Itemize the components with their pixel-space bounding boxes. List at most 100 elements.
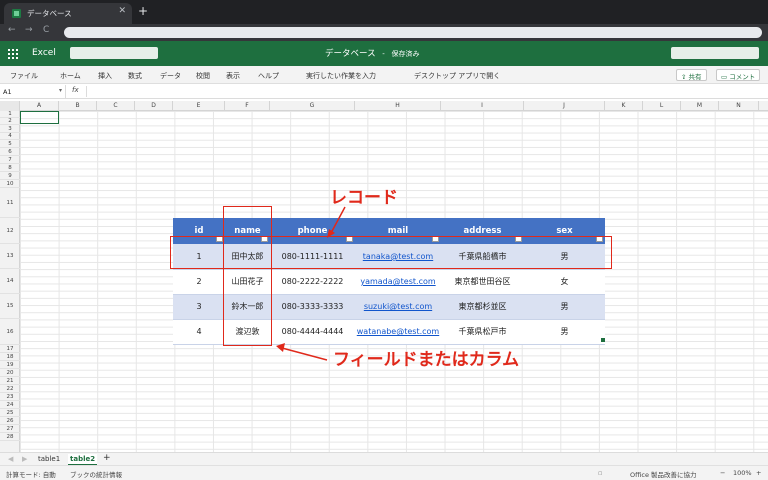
row-header[interactable]: 21 xyxy=(0,377,20,385)
row-header[interactable]: 17 xyxy=(0,345,20,353)
menu-review[interactable]: 校閲 xyxy=(196,71,210,81)
row-header[interactable]: 15 xyxy=(0,294,20,319)
spreadsheet-grid[interactable]: A B C D E F G H I J K L M N 1 2 3 4 5 6 … xyxy=(0,101,768,452)
column-header[interactable]: N xyxy=(719,101,759,111)
breadcrumb-box[interactable] xyxy=(70,47,158,59)
share-button[interactable]: ⇪ 共有 xyxy=(676,69,707,81)
column-header[interactable]: K xyxy=(605,101,643,111)
row-header[interactable]: 20 xyxy=(0,369,20,377)
row-header[interactable]: 27 xyxy=(0,425,20,433)
email-link[interactable]: watanabe@test.com xyxy=(357,327,439,336)
table-cell[interactable]: suzuki@test.com xyxy=(355,294,441,320)
open-desktop-app[interactable]: デスクトップ アプリで開く xyxy=(414,71,500,81)
column-header[interactable]: J xyxy=(524,101,605,111)
column-header[interactable]: I xyxy=(441,101,524,111)
zoom-out-button[interactable]: − xyxy=(720,469,725,477)
menu-view[interactable]: 表示 xyxy=(226,71,240,81)
workbook-stats[interactable]: ブックの統計情報 xyxy=(70,469,122,479)
column-header[interactable]: H xyxy=(355,101,441,111)
column-header[interactable]: M xyxy=(681,101,719,111)
table-cell[interactable]: 080-2222-2222 xyxy=(270,269,355,295)
add-sheet-button[interactable]: + xyxy=(101,452,113,464)
sheet-tab-table1[interactable]: table1 xyxy=(36,454,62,464)
menu-home[interactable]: ホーム xyxy=(60,71,81,81)
table-cell[interactable]: 女 xyxy=(524,269,605,295)
back-icon[interactable]: ← xyxy=(8,25,16,35)
row-header[interactable]: 26 xyxy=(0,417,20,425)
formula-input[interactable] xyxy=(86,86,764,97)
table-cell[interactable]: yamada@test.com xyxy=(355,269,441,295)
row-header[interactable]: 9 xyxy=(0,172,20,180)
scroll-left-icon[interactable]: ◀ xyxy=(6,454,15,464)
menu-data[interactable]: データ xyxy=(160,71,181,81)
column-header[interactable]: C xyxy=(97,101,135,111)
app-launcher-icon[interactable] xyxy=(8,49,18,59)
row-header[interactable]: 7 xyxy=(0,156,20,164)
reload-icon[interactable]: C xyxy=(43,25,49,35)
row-header[interactable]: 18 xyxy=(0,353,20,361)
row-header[interactable]: 2 xyxy=(0,118,20,125)
table-resize-handle[interactable] xyxy=(601,338,605,342)
row-header[interactable]: 23 xyxy=(0,393,20,401)
table-cell[interactable]: 東京都杉並区 xyxy=(441,294,524,320)
column-header[interactable]: E xyxy=(173,101,225,111)
account-box[interactable] xyxy=(671,47,759,59)
scroll-right-icon[interactable]: ▶ xyxy=(20,454,29,464)
menu-help[interactable]: ヘルプ xyxy=(258,71,279,81)
row-header[interactable]: 24 xyxy=(0,401,20,409)
chevron-down-icon[interactable]: ▾ xyxy=(59,87,62,94)
new-tab-button[interactable]: + xyxy=(138,4,148,18)
select-all-corner[interactable] xyxy=(0,101,20,111)
browser-tab[interactable]: データベース ✕ xyxy=(4,3,132,24)
row-header[interactable]: 5 xyxy=(0,140,20,148)
column-header[interactable]: L xyxy=(643,101,681,111)
document-title[interactable]: データベース - 保存済み xyxy=(325,47,420,59)
menu-formulas[interactable]: 数式 xyxy=(128,71,142,81)
menu-insert[interactable]: 挿入 xyxy=(98,71,112,81)
function-icon[interactable]: fx xyxy=(72,86,79,94)
column-header[interactable]: B xyxy=(59,101,97,111)
table-cell[interactable]: 3 xyxy=(173,294,225,320)
calc-mode[interactable]: 計算モード: 自動 xyxy=(6,469,56,479)
row-header[interactable]: 13 xyxy=(0,244,20,269)
table-cell[interactable]: 2 xyxy=(173,269,225,295)
column-header[interactable]: G xyxy=(270,101,355,111)
table-cell[interactable]: 男 xyxy=(524,294,605,320)
row-header[interactable]: 3 xyxy=(0,125,20,133)
row-header[interactable]: 19 xyxy=(0,361,20,369)
row-header[interactable]: 8 xyxy=(0,164,20,172)
column-header[interactable]: F xyxy=(225,101,270,111)
table-cell[interactable]: 男 xyxy=(524,319,605,345)
app-name[interactable]: Excel xyxy=(32,48,56,58)
row-header[interactable]: 22 xyxy=(0,385,20,393)
address-bar[interactable] xyxy=(64,27,762,38)
email-link[interactable]: yamada@test.com xyxy=(360,277,435,286)
row-header[interactable]: 16 xyxy=(0,319,20,345)
row-header[interactable]: 12 xyxy=(0,218,20,244)
row-header[interactable]: 11 xyxy=(0,188,20,218)
name-box[interactable]: A1 ▾ xyxy=(0,85,66,98)
table-cell[interactable]: 4 xyxy=(173,319,225,345)
zoom-level[interactable]: 100% xyxy=(733,469,752,477)
column-header[interactable]: D xyxy=(135,101,173,111)
row-header[interactable]: 6 xyxy=(0,148,20,156)
selected-cell-a1[interactable] xyxy=(20,111,59,124)
zoom-in-button[interactable]: + xyxy=(756,469,761,477)
row-header[interactable]: 10 xyxy=(0,180,20,188)
feedback-link[interactable]: Office 製品改善に協力 xyxy=(630,469,697,479)
email-link[interactable]: suzuki@test.com xyxy=(364,302,432,311)
row-header[interactable]: 25 xyxy=(0,409,20,417)
table-cell[interactable]: 東京都世田谷区 xyxy=(441,269,524,295)
row-header[interactable]: 14 xyxy=(0,269,20,294)
tell-me-search[interactable]: 実行したい作業を入力 xyxy=(306,71,376,81)
menu-file[interactable]: ファイル xyxy=(10,71,38,81)
table-cell[interactable]: 080-3333-3333 xyxy=(270,294,355,320)
forward-icon[interactable]: → xyxy=(25,25,33,35)
column-header[interactable]: A xyxy=(20,101,59,111)
row-header[interactable]: 1 xyxy=(0,111,20,118)
row-header[interactable]: 4 xyxy=(0,133,20,140)
tab-close-icon[interactable]: ✕ xyxy=(118,6,126,16)
table-cell[interactable]: 千葉県松戸市 xyxy=(441,319,524,345)
comment-button[interactable]: ▭ コメント xyxy=(716,69,761,81)
row-header[interactable]: 28 xyxy=(0,433,20,441)
